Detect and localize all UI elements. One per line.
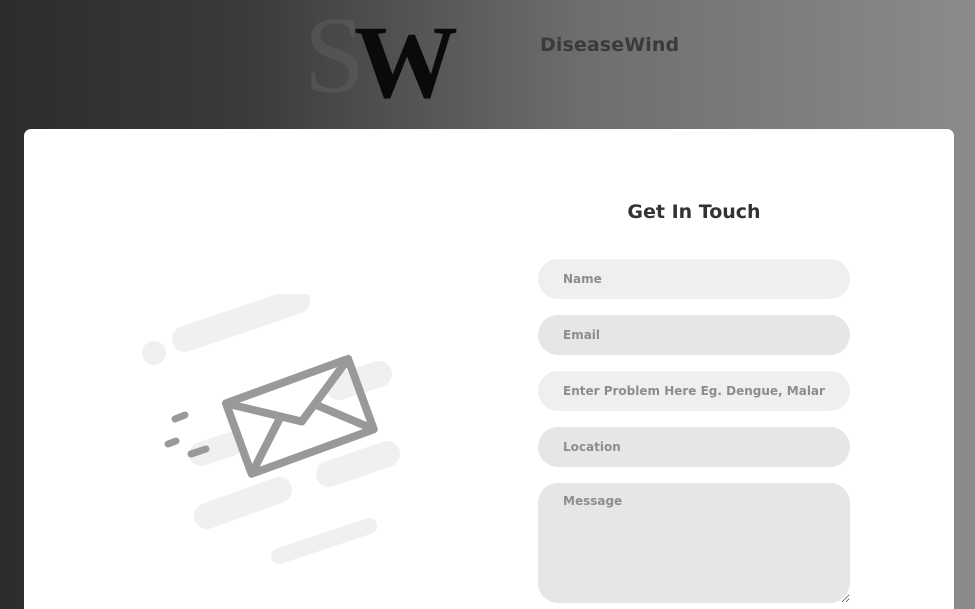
page-header: S W DiseaseWind	[0, 0, 975, 129]
location-input[interactable]	[538, 427, 850, 467]
envelope-illustration	[142, 294, 400, 564]
form-title: Get In Touch	[627, 201, 761, 223]
brand-name[interactable]: DiseaseWind	[540, 34, 679, 56]
sw-logo[interactable]: S W	[300, 0, 465, 104]
name-input[interactable]	[538, 259, 850, 299]
email-input[interactable]	[538, 315, 850, 355]
svg-text:W: W	[354, 5, 458, 104]
contact-form: Get In Touch	[538, 199, 850, 603]
contact-card: Get In Touch	[24, 129, 954, 609]
message-textarea[interactable]	[538, 483, 850, 603]
problem-input[interactable]	[538, 371, 850, 411]
